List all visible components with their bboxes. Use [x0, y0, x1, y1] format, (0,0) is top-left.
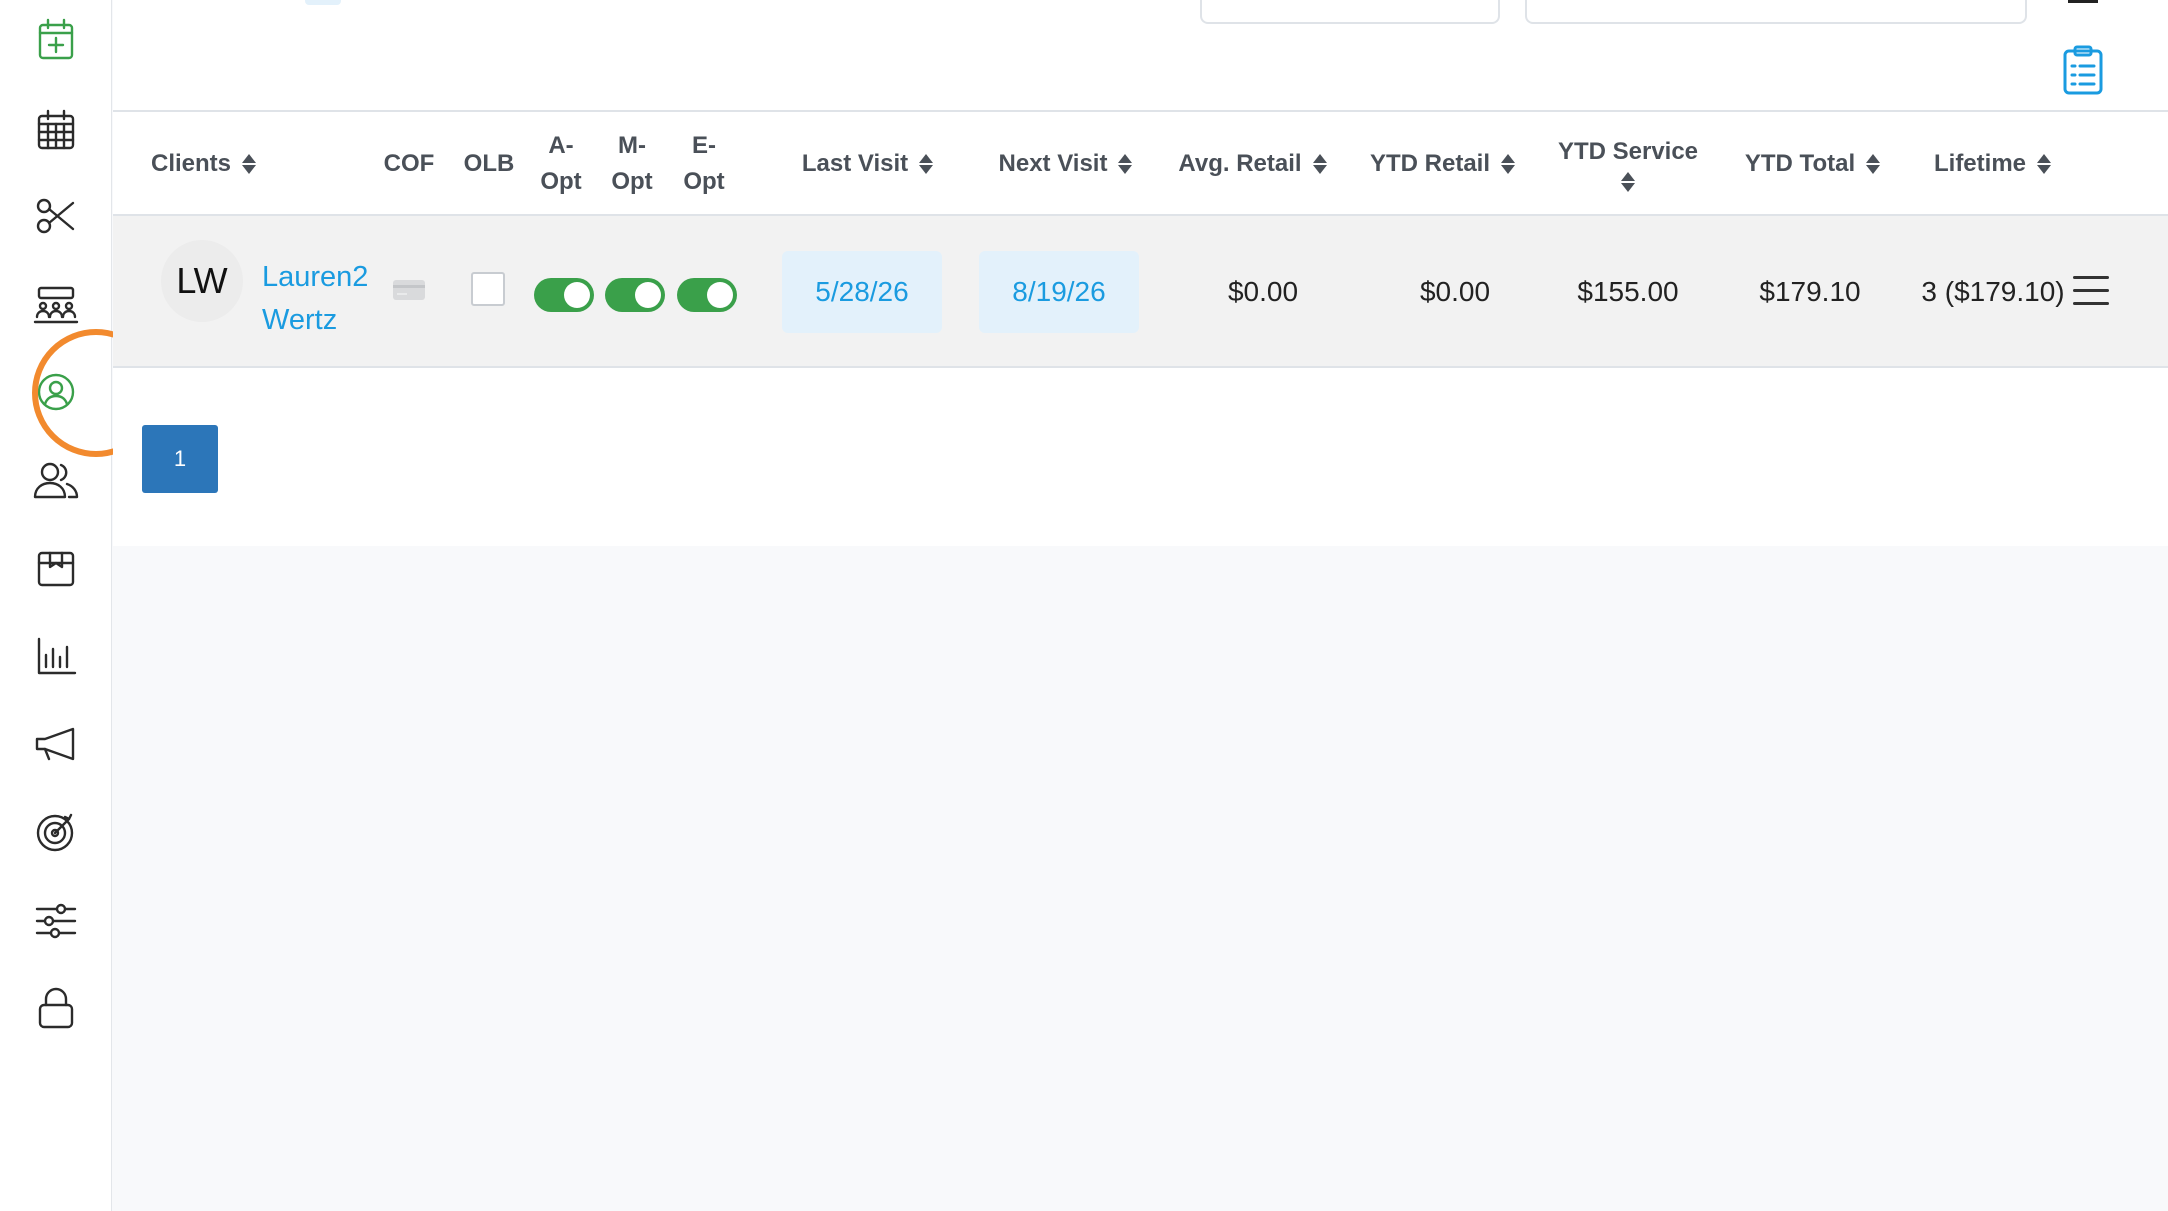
header-ytd-service-label: YTD Service	[1557, 138, 1699, 165]
sidebar-item-reports[interactable]	[22, 622, 90, 690]
sort-icon[interactable]	[1865, 152, 1881, 176]
sort-icon[interactable]	[241, 152, 257, 176]
row-menu-icon[interactable]	[2073, 276, 2109, 306]
table-row: LW Lauren2 Wertz 5/28/26 8/19/26 $0.00 $…	[113, 216, 2168, 368]
next-visit-button[interactable]: 8/19/26	[979, 251, 1139, 333]
header-e-opt-line2: Opt	[683, 168, 725, 195]
sort-icon[interactable]	[1620, 170, 1636, 194]
header-ytd-total[interactable]: YTD Total	[1723, 112, 1903, 216]
client-name-link[interactable]: Lauren2 Wertz	[262, 256, 392, 342]
ytd-service-value: $155.00	[1577, 276, 1679, 307]
sort-icon[interactable]	[1312, 152, 1328, 176]
top-tab-chip[interactable]	[305, 0, 341, 5]
sidebar-item-goals[interactable]	[22, 798, 90, 866]
avatar[interactable]: LW	[161, 240, 243, 322]
header-m-opt-line2: Opt	[611, 168, 653, 195]
header-e-opt-line1: E-	[692, 132, 716, 159]
header-last-visit[interactable]: Last Visit	[773, 112, 963, 216]
sidebar-item-add-appointment[interactable]	[22, 6, 90, 74]
users-icon	[33, 462, 79, 499]
header-m-opt-line1: M-	[618, 132, 646, 159]
calendar-plus-icon	[38, 18, 74, 60]
header-lifetime-label: Lifetime	[1933, 150, 2026, 177]
sliders-icon	[35, 903, 77, 939]
box-icon	[37, 551, 75, 587]
header-a-opt: A- Opt	[531, 112, 591, 216]
header-cof: COF	[381, 112, 437, 216]
header-avg-retail-label: Avg. Retail	[1178, 150, 1302, 177]
megaphone-icon	[35, 727, 75, 761]
search-input[interactable]	[1525, 0, 2027, 24]
toggle-knob	[635, 282, 661, 308]
lock-icon	[38, 987, 74, 1029]
header-e-opt: E- Opt	[674, 112, 734, 216]
ytd-retail-value: $0.00	[1419, 276, 1491, 307]
sidebar-item-lock[interactable]	[22, 974, 90, 1042]
header-cof-label: COF	[383, 150, 435, 177]
header-clients-label: Clients	[150, 150, 231, 177]
sidebar-item-services[interactable]	[22, 182, 90, 250]
sidebar-item-users[interactable]	[22, 446, 90, 514]
scissors-icon	[36, 198, 75, 234]
header-ytd-retail[interactable]: YTD Retail	[1348, 112, 1538, 216]
header-clients[interactable]: Clients	[149, 112, 259, 216]
clipboard-list-icon	[2063, 45, 2103, 95]
sidebar-item-staff[interactable]	[22, 270, 90, 338]
sidebar-item-products[interactable]	[22, 534, 90, 602]
table-header: Clients COF OLB A- Opt M- Opt E- Opt Las…	[113, 110, 2168, 216]
header-ytd-retail-label: YTD Retail	[1369, 150, 1491, 177]
pagination-page-button[interactable]: 1	[142, 425, 218, 493]
header-avg-retail[interactable]: Avg. Retail	[1153, 112, 1353, 216]
a-opt-toggle[interactable]	[534, 278, 594, 312]
sidebar-item-marketing[interactable]	[22, 710, 90, 778]
header-ytd-total-label: YTD Total	[1744, 150, 1856, 177]
sort-icon[interactable]	[1500, 152, 1516, 176]
sidebar-item-clients[interactable]	[22, 358, 90, 426]
bar-chart-icon	[37, 637, 77, 675]
lifetime-value: 3 ($179.10)	[1921, 276, 2065, 307]
top-menu-edge[interactable]	[2068, 0, 2098, 3]
main-content: Clients COF OLB A- Opt M- Opt E- Opt Las…	[113, 0, 2168, 1211]
calendar-grid-icon	[37, 109, 75, 150]
sidebar-item-settings[interactable]	[22, 886, 90, 954]
header-ytd-service[interactable]: YTD Service	[1533, 112, 1723, 216]
olb-checkbox[interactable]	[471, 272, 505, 306]
toggle-knob	[707, 282, 733, 308]
sidebar	[0, 0, 160, 1211]
header-next-visit-label: Next Visit	[998, 150, 1108, 177]
sidebar-item-calendar[interactable]	[22, 96, 90, 164]
avg-retail-value: $0.00	[1227, 276, 1299, 307]
toggle-knob	[564, 282, 590, 308]
header-olb-label: OLB	[463, 150, 515, 177]
app: Clients COF OLB A- Opt M- Opt E- Opt Las…	[0, 0, 2168, 1211]
header-lifetime[interactable]: Lifetime	[1903, 112, 2083, 216]
filter-input[interactable]	[1200, 0, 1500, 24]
clipboard-button[interactable]	[2058, 42, 2108, 98]
header-a-opt-line2: Opt	[540, 168, 582, 195]
last-visit-button[interactable]: 5/28/26	[782, 251, 942, 333]
sort-icon[interactable]	[918, 152, 934, 176]
user-circle-icon	[37, 373, 75, 411]
ytd-total-value: $179.10	[1759, 276, 1861, 307]
credit-card-icon	[393, 278, 425, 302]
header-m-opt: M- Opt	[602, 112, 662, 216]
header-last-visit-label: Last Visit	[801, 150, 909, 177]
m-opt-toggle[interactable]	[605, 278, 665, 312]
header-next-visit[interactable]: Next Visit	[971, 112, 1161, 216]
e-opt-toggle[interactable]	[677, 278, 737, 312]
target-icon	[36, 813, 74, 852]
header-olb: OLB	[459, 112, 519, 216]
header-a-opt-line1: A-	[548, 132, 574, 159]
clients-panel: Clients COF OLB A- Opt M- Opt E- Opt Las…	[113, 0, 2168, 546]
sort-icon[interactable]	[2036, 152, 2052, 176]
group-grid-icon	[33, 286, 79, 324]
sort-icon[interactable]	[1117, 152, 1133, 176]
